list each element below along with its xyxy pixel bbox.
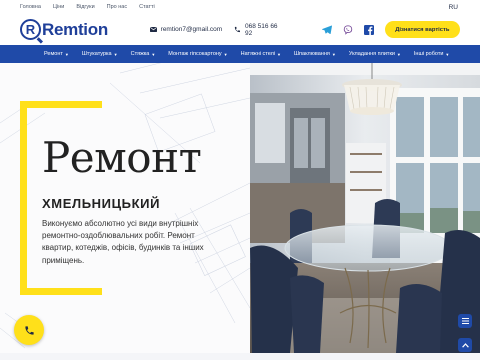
phone-link[interactable]: 068 516 66 92 xyxy=(234,23,285,37)
side-menu-button[interactable] xyxy=(458,314,472,328)
nav-label: Шпаклювання xyxy=(294,51,330,57)
chevron-down-icon: ▼ xyxy=(396,51,401,57)
hero-interior-photo xyxy=(250,63,480,353)
email-link[interactable]: remtion7@gmail.com xyxy=(149,26,223,33)
nav-item-drywall[interactable]: Монтаж гіпсокартону ▼ xyxy=(168,51,227,57)
nav-label: Стяжка xyxy=(130,51,150,57)
nav-item-repair[interactable]: Ремонт ▼ xyxy=(44,51,69,57)
toplink-home[interactable]: Головна xyxy=(20,4,41,10)
nav-label: Ремонт xyxy=(44,51,63,57)
hero-text-panel: Ремонт ХМЕЛЬНИЦЬКИЙ Виконуємо абсолютно … xyxy=(0,63,250,353)
telegram-icon[interactable] xyxy=(321,25,332,34)
dining-room-image xyxy=(250,63,480,353)
chevron-down-icon: ▼ xyxy=(331,51,336,57)
menu-icon xyxy=(461,318,469,324)
chevron-down-icon: ▼ xyxy=(64,51,69,57)
nav-item-tiling[interactable]: Укладання плитки ▼ xyxy=(349,51,401,57)
email-text: remtion7@gmail.com xyxy=(160,26,223,33)
logo-letter: R xyxy=(25,22,36,37)
chevron-down-icon: ▼ xyxy=(223,51,228,57)
toplink-articles[interactable]: Статті xyxy=(139,4,155,10)
hero-bottom-strip xyxy=(0,353,480,360)
logo[interactable]: R Remtion xyxy=(20,19,128,40)
nav-item-other[interactable]: Інші роботи ▼ xyxy=(414,51,450,57)
chevron-down-icon: ▼ xyxy=(445,51,450,57)
chevron-down-icon: ▼ xyxy=(277,51,281,57)
social-links xyxy=(321,24,385,35)
nav-label: Натяжні стелі xyxy=(240,51,276,57)
call-button[interactable] xyxy=(14,315,44,345)
nav-label: Штукатурка xyxy=(81,51,112,57)
chevron-up-icon xyxy=(461,342,469,348)
nav-item-putty[interactable]: Шпаклювання ▼ xyxy=(294,51,336,57)
scroll-top-button[interactable] xyxy=(458,338,472,352)
logo-mark: R xyxy=(20,19,41,40)
phone-icon xyxy=(24,325,34,335)
nav-item-screed[interactable]: Стяжка ▼ xyxy=(131,51,156,57)
toplink-about[interactable]: Про нас xyxy=(107,4,127,10)
mail-icon xyxy=(149,27,157,32)
nav-label: Монтаж гіпсокартону xyxy=(168,51,222,57)
language-switch[interactable]: RU xyxy=(449,4,458,11)
hero: Ремонт ХМЕЛЬНИЦЬКИЙ Виконуємо абсолютно … xyxy=(0,63,480,360)
hero-description: Виконуємо абсолютно усі види внутрішніх … xyxy=(42,219,204,265)
viber-icon[interactable] xyxy=(343,24,353,35)
phone-text: 068 516 66 92 xyxy=(245,22,278,37)
chevron-down-icon: ▼ xyxy=(151,51,156,57)
nav-label: Укладання плитки xyxy=(348,51,395,57)
logo-text: Remtion xyxy=(42,19,108,39)
toplink-reviews[interactable]: Відгуки xyxy=(76,4,94,10)
header: R Remtion remtion7@gmail.com 068 516 66 … xyxy=(0,14,480,45)
chevron-down-icon: ▼ xyxy=(113,51,118,57)
nav-label: Інші роботи xyxy=(413,51,444,57)
nav-item-plaster[interactable]: Штукатурка ▼ xyxy=(82,51,118,57)
main-nav: Ремонт ▼ Штукатурка ▼ Стяжка ▼ Монтаж гіпсо… xyxy=(0,45,480,63)
hero-title: Ремонт xyxy=(42,133,202,182)
get-price-button[interactable]: Дізнатися вартість xyxy=(384,21,460,38)
hero-subtitle: ХМЕЛЬНИЦЬКИЙ xyxy=(42,196,161,211)
toplink-prices[interactable]: Ціни xyxy=(53,4,64,10)
nav-item-ceilings[interactable]: Натяжні стелі ▼ xyxy=(241,51,281,57)
phone-icon xyxy=(235,26,241,33)
facebook-icon[interactable] xyxy=(363,24,374,35)
top-bar: Головна Ціни Відгуки Про нас Статті RU xyxy=(0,0,480,14)
